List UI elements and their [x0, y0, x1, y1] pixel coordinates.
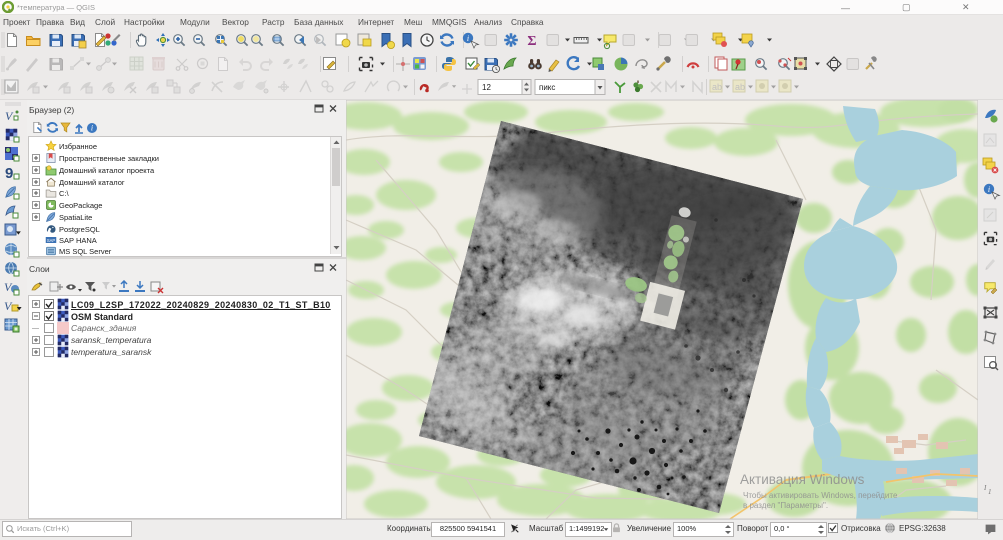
svg-text:12: 12	[482, 83, 491, 92]
svg-text:Активация Windows: Активация Windows	[740, 472, 865, 487]
svg-text:i: i	[467, 34, 469, 43]
svg-text:I: I	[983, 484, 987, 492]
svg-text:ab: ab	[735, 82, 745, 92]
svg-text:в раздел "Параметры".: в раздел "Параметры".	[743, 501, 828, 510]
svg-text:i: i	[91, 124, 93, 133]
svg-text:ab: ab	[712, 82, 722, 92]
svg-text:1: 1	[988, 488, 992, 496]
svg-text:пикс: пикс	[539, 83, 555, 92]
svg-text:9: 9	[5, 165, 13, 182]
svg-text:V: V	[5, 109, 14, 123]
svg-text:i: i	[988, 185, 990, 194]
svg-text:Чтобы активировать Windows, пе: Чтобы активировать Windows, перейдите	[743, 491, 898, 500]
